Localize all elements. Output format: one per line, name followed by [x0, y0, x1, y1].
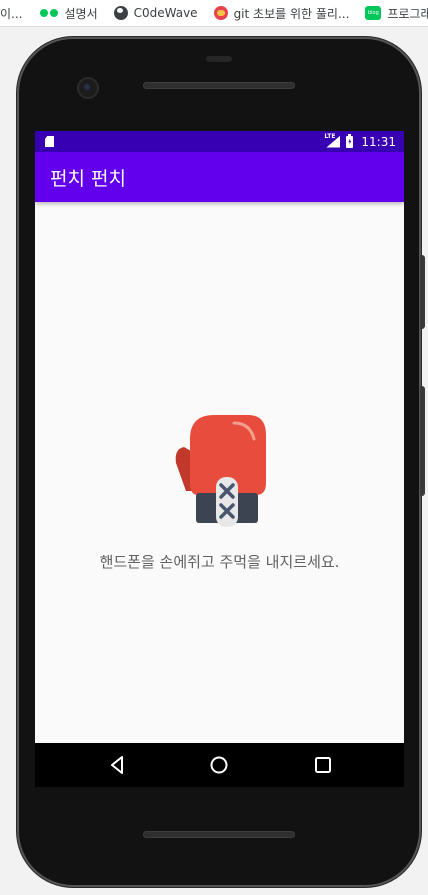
bookmark-item-git[interactable]: git 초보를 위한 풀리... [213, 5, 350, 22]
bookmark-label: C0deWave [133, 6, 198, 20]
main-content: 핸드폰을 손에쥐고 주먹을 내지르세요. [35, 202, 404, 743]
status-indicators: LTE 11:31 [324, 132, 396, 149]
volume-button[interactable] [420, 255, 425, 329]
app-title: 펀치 펀치 [50, 167, 126, 190]
bookmarks-bar: 이... 설명서 C0deWave git 초보를 위한 풀리... blog … [0, 0, 428, 27]
signal-icon: LTE [324, 132, 340, 148]
bookmark-label: 설명서 [64, 6, 98, 21]
app-bar: 펀치 펀치 [35, 152, 404, 202]
bookmark-label: git 초보를 위한 풀리... [233, 6, 350, 21]
bookmark-item-codewave[interactable]: C0deWave [113, 6, 198, 20]
bookmark-label: 이... [0, 6, 23, 21]
proximity-sensor [206, 56, 232, 62]
favicon-icon [213, 6, 228, 20]
naver-dots-icon [40, 9, 59, 17]
device-screen: LTE 11:31 펀치 펀치 핸드폰을 손에쥐고 주먹을 내지르세요. [35, 131, 404, 743]
back-icon[interactable] [107, 754, 129, 776]
glove-lace-panel [216, 477, 238, 527]
home-icon[interactable] [208, 754, 230, 776]
battery-icon [346, 133, 354, 148]
boxing-glove-icon [175, 415, 266, 527]
status-time: 11:31 [361, 134, 396, 149]
sd-card-icon [45, 136, 54, 147]
bookmark-item-1[interactable]: 이... [0, 5, 22, 22]
power-button[interactable] [420, 386, 425, 496]
instruction-text: 핸드폰을 손에쥐고 주먹을 내지르세요. [99, 553, 340, 571]
bookmark-item-manual[interactable]: 설명서 [40, 5, 98, 22]
recents-icon[interactable] [312, 754, 334, 776]
status-bar: LTE 11:31 [35, 131, 404, 152]
bookmark-item-programming[interactable]: blog 프로그래 [365, 5, 428, 22]
globe-icon [113, 6, 128, 20]
front-camera [79, 79, 97, 97]
top-speaker [143, 82, 295, 89]
network-type: LTE [324, 132, 336, 140]
blog-icon: blog [365, 6, 382, 20]
bookmark-label: 프로그래 [387, 6, 428, 21]
bottom-speaker [143, 831, 295, 838]
navigation-bar [35, 743, 404, 787]
